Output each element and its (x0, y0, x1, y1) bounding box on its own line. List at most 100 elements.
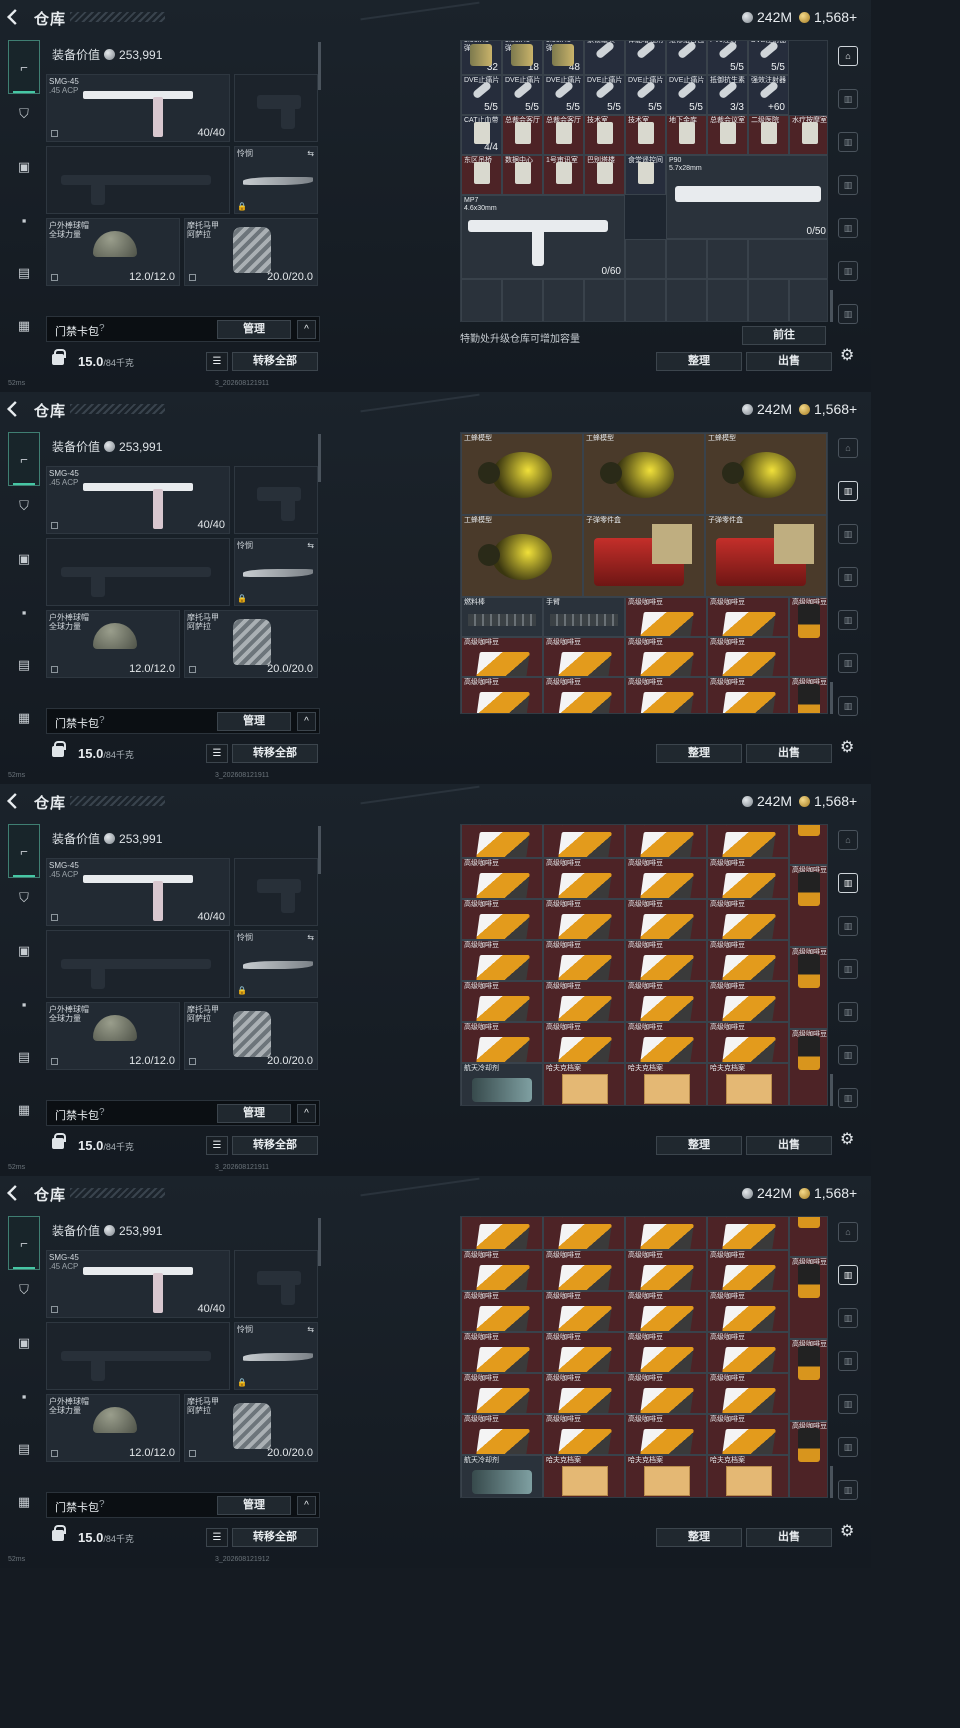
coffee-bag-item[interactable]: 高级咖啡豆 (789, 947, 827, 1029)
loadout-scrollbar[interactable] (318, 1218, 321, 1266)
loadout-scrollbar[interactable] (318, 42, 321, 90)
stash-tab-4[interactable]: ▥ (838, 567, 858, 587)
chevron-up-icon[interactable]: ^ (297, 1104, 316, 1123)
gear-icon[interactable]: ⚙ (840, 1521, 854, 1541)
coffee-beans-item[interactable]: 高级咖啡豆 (707, 597, 789, 637)
coffee-beans-item[interactable]: 高级咖啡豆 (625, 1291, 707, 1332)
stash-item[interactable]: DVE止痛片 5/5 (625, 75, 666, 115)
backpack-icon[interactable]: ▣ (12, 547, 36, 571)
primary-weapon-slot[interactable]: SMG-45.45 ACP 40/40 (46, 466, 230, 534)
coffee-beans-item[interactable]: 高级咖啡豆 (543, 677, 625, 713)
stash-tab-6[interactable]: ▥ (838, 261, 858, 281)
silver-currency[interactable]: 242M (742, 401, 792, 417)
stash-item[interactable]: 家馈罐头 (584, 41, 625, 75)
haavk-file-item[interactable]: 哈夫克档案 (707, 1455, 789, 1497)
stash-item[interactable]: DVE止痛片 5/5 (543, 75, 584, 115)
stash-item[interactable]: 抵御抗生素 3/3 (707, 75, 748, 115)
melee-slot[interactable]: 怜悯 ⇆ 🔒 (234, 146, 318, 214)
stash-tab-7[interactable]: ▥ (838, 1480, 858, 1500)
empty-slot[interactable] (666, 239, 707, 279)
manage-button[interactable]: 管理 (217, 1496, 291, 1515)
stash-item[interactable]: DVE止痛片 5/5 (584, 75, 625, 115)
coffee-beans-item[interactable]: 高级咖啡豆 (625, 1022, 707, 1063)
gear-icon[interactable]: ⚙ (840, 1129, 854, 1149)
coffee-beans-item[interactable]: 高级咖啡豆 (461, 899, 543, 940)
coffee-beans-item[interactable]: 高级咖啡豆 (625, 1414, 707, 1455)
coffee-beans-item[interactable]: 高级咖啡豆 (625, 1250, 707, 1291)
secondary-weapon-slot[interactable] (46, 1322, 230, 1390)
primary-weapon-slot[interactable]: SMG-45.45 ACP 40/40 (46, 858, 230, 926)
stash-item[interactable]: 东区吊桥 (461, 155, 502, 195)
sort-button[interactable]: 整理 (656, 352, 742, 371)
coffee-beans-item[interactable]: 高级咖啡豆 (707, 1332, 789, 1373)
coffee-beans-item[interactable]: 高级咖啡豆 (461, 1332, 543, 1373)
loadout-scrollbar[interactable] (318, 826, 321, 874)
stash-item[interactable]: 技术室 (625, 115, 666, 155)
help-icon[interactable]: ? (99, 715, 105, 726)
coffee-beans-item[interactable]: 高级咖啡豆 (461, 858, 543, 899)
pistol-icon[interactable]: ⌐ (8, 432, 40, 486)
chevron-up-icon[interactable]: ^ (297, 320, 316, 339)
stash-item[interactable]: 地下金库 (666, 115, 707, 155)
coffee-beans-item[interactable]: 高级咖啡豆 (625, 597, 707, 637)
briefcase-icon[interactable]: ▦ (12, 1098, 36, 1122)
haavk-file-item[interactable]: 哈夫克档案 (543, 1063, 625, 1105)
briefcase-icon[interactable]: ▦ (12, 1490, 36, 1514)
stash-tab-icon[interactable]: ⌂ (838, 1222, 858, 1242)
coffee-beans-item[interactable]: 高级咖啡豆 (707, 1022, 789, 1063)
wasp-model-item[interactable]: 工蜂模型 (461, 433, 583, 515)
coffee-beans-item[interactable]: 高级咖啡豆 (543, 1332, 625, 1373)
bag-icon[interactable]: ▪ (12, 600, 36, 624)
stash-item[interactable]: CAT止血带 4/4 (461, 115, 502, 155)
helmet-slot[interactable]: 户外棒球帽 全球力量 12.0/12.0 (46, 1394, 180, 1462)
coffee-beans-item[interactable]: 高级咖啡豆 (707, 1373, 789, 1414)
stash-tab-2[interactable]: ▥ (838, 481, 858, 501)
coffee-beans-item[interactable]: 高级咖啡豆 (707, 981, 789, 1022)
coffee-bag-item[interactable]: 高级咖啡豆 (789, 865, 827, 947)
pistol-slot[interactable] (234, 1250, 318, 1318)
ammo-parts-box-item[interactable]: 子弹零件盒 (705, 515, 827, 597)
gear-icon[interactable]: ⚙ (840, 345, 854, 365)
helmet-slot[interactable]: 户外棒球帽 全球力量 12.0/12.0 (46, 218, 180, 286)
stash-tab-6[interactable]: ▥ (838, 1045, 858, 1065)
coffee-bag-item[interactable]: 高级咖啡豆 (789, 1217, 827, 1257)
list-icon[interactable]: ☰ (206, 1528, 228, 1547)
stash-tab-5[interactable]: ▥ (838, 610, 858, 630)
coffee-beans-item[interactable]: 高级咖啡豆 (461, 1022, 543, 1063)
coffee-beans-item[interactable]: 高级咖啡豆 (461, 677, 543, 713)
stash-item[interactable]: 技术室 (584, 115, 625, 155)
briefcase-icon[interactable]: ▦ (12, 706, 36, 730)
silver-currency[interactable]: 242M (742, 9, 792, 25)
coffee-beans-item[interactable]: 高级咖啡豆 (707, 1217, 789, 1250)
manage-button[interactable]: 管理 (217, 1104, 291, 1123)
stash-scrollbar[interactable] (830, 290, 833, 322)
stash-item[interactable]: 1号审讯室 (543, 155, 584, 195)
list-icon[interactable]: ☰ (206, 352, 228, 371)
coffee-bag-item[interactable]: 高级咖啡豆 (789, 677, 827, 713)
coffee-bag-item[interactable]: 高级咖啡豆 (789, 1257, 827, 1339)
empty-slot[interactable] (707, 279, 748, 321)
coffee-beans-item[interactable]: 高级咖啡豆 (707, 637, 789, 677)
coffee-beans-item[interactable]: 高级咖啡豆 (707, 858, 789, 899)
list-icon[interactable]: ☰ (206, 744, 228, 763)
bag-icon[interactable]: ▪ (12, 1384, 36, 1408)
coffee-beans-item[interactable]: 高级咖啡豆 (707, 825, 789, 858)
sell-button[interactable]: 出售 (746, 1136, 832, 1155)
empty-slot[interactable] (666, 279, 707, 321)
stash-tab-3[interactable]: ▥ (838, 1308, 858, 1328)
coffee-beans-item[interactable]: 高级咖啡豆 (543, 637, 625, 677)
case-icon[interactable]: ▤ (12, 1045, 36, 1069)
sell-button[interactable]: 出售 (746, 1528, 832, 1547)
vest-icon[interactable]: ⛉ (12, 494, 36, 518)
stash-tab-icon[interactable]: ⌂ (838, 438, 858, 458)
coffee-beans-item[interactable]: 高级咖啡豆 (707, 899, 789, 940)
stash-tab-5[interactable]: ▥ (838, 1394, 858, 1414)
pistol-slot[interactable] (234, 74, 318, 142)
empty-slot[interactable] (502, 279, 543, 321)
cooler-item[interactable]: 航天冷却剂 (461, 1063, 543, 1105)
stash-tab-2[interactable]: ▥ (838, 1265, 858, 1285)
coffee-beans-item[interactable]: 高级咖啡豆 (461, 825, 543, 858)
sort-button[interactable]: 整理 (656, 1528, 742, 1547)
armor-slot[interactable]: 摩托马甲 阿萨拉 20.0/20.0 (184, 610, 318, 678)
fuel-rod-item[interactable]: 燃料棒 (461, 597, 543, 637)
